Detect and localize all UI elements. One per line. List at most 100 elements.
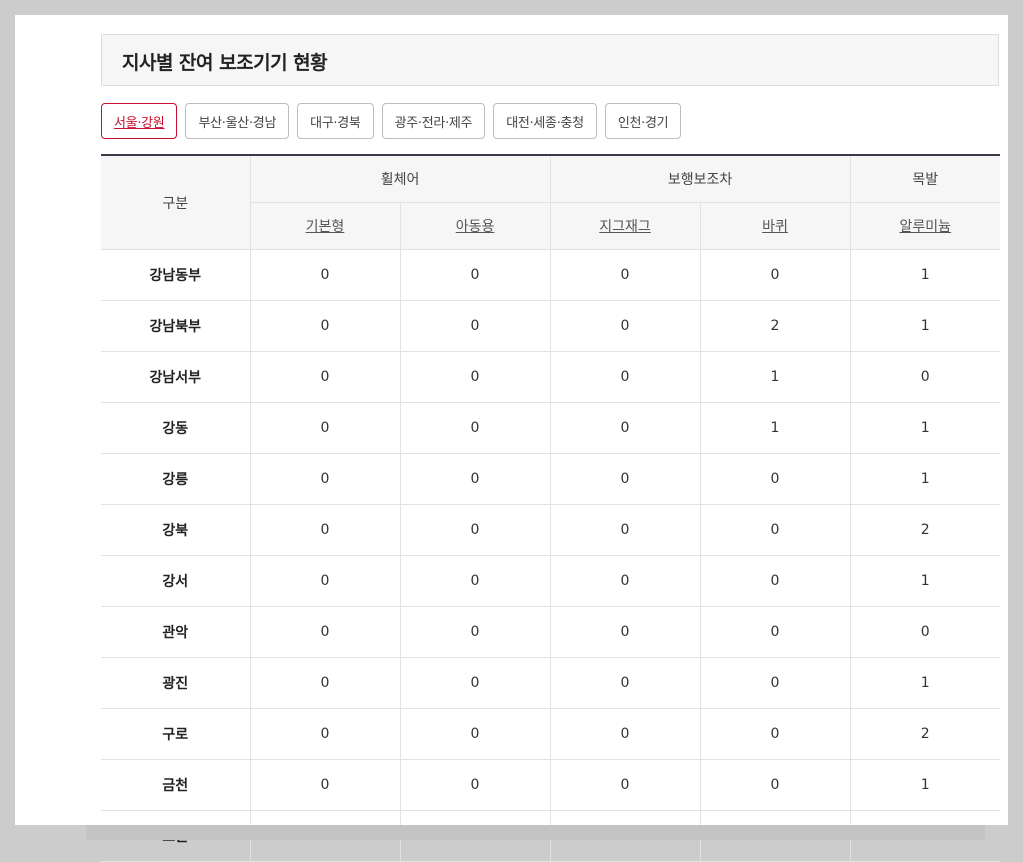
cell-value: 0 xyxy=(849,606,1001,658)
cell-value: 0 xyxy=(399,249,551,301)
cell-value: 0 xyxy=(399,708,551,760)
cell-value: 0 xyxy=(549,555,701,607)
title-box: 지사별 잔여 보조기기 현황 xyxy=(101,34,999,86)
table-row: 강북 0 0 0 0 2 xyxy=(101,504,1001,556)
tab-incheon-gyeonggi[interactable]: 인천·경기 xyxy=(604,103,682,139)
tab-gwangju-jeolla-jeju[interactable]: 광주·전라·제주 xyxy=(381,103,486,139)
branch-name: 강남서부 xyxy=(101,351,250,403)
cell-value: 0 xyxy=(399,606,551,658)
cell-value: 0 xyxy=(549,606,701,658)
cell-value: 0 xyxy=(699,555,851,607)
cell-value: 0 xyxy=(399,453,551,505)
cell-value: 0 xyxy=(549,402,701,454)
table-row: 금천 0 0 0 0 1 xyxy=(101,759,1001,811)
page: 지사별 잔여 보조기기 현황 서울·강원 부산·울산·경남 대구·경북 광주·전… xyxy=(15,15,1008,862)
branch-name: 구로 xyxy=(101,708,250,760)
cell-value: 0 xyxy=(249,351,400,403)
col-header-label[interactable]: 바퀴 xyxy=(762,219,788,235)
cell-value: 0 xyxy=(699,504,851,556)
col-header-aluminum[interactable]: 알루미늄 xyxy=(849,202,1001,250)
cell-value: 1 xyxy=(699,402,851,454)
cell-value: 0 xyxy=(699,759,851,811)
cell-value: 0 xyxy=(399,759,551,811)
cell-value: 0 xyxy=(249,759,400,811)
group-header-walker: 보행보조차 xyxy=(549,154,851,203)
table-row: 관악 0 0 0 0 0 xyxy=(101,606,1001,658)
col-header-label[interactable]: 알루미늄 xyxy=(900,219,952,235)
cell-value: 0 xyxy=(549,708,701,760)
col-header-label[interactable]: 기본형 xyxy=(306,219,345,235)
group-header-wheelchair: 휠체어 xyxy=(249,154,551,203)
tab-busan-ulsan-gyeongnam[interactable]: 부산·울산·경남 xyxy=(185,103,290,139)
branch-name: 강남동부 xyxy=(101,249,250,301)
cell-value: 1 xyxy=(849,249,1001,301)
cell-value: 1 xyxy=(849,300,1001,352)
cell-value: 0 xyxy=(249,708,400,760)
col-header-basic[interactable]: 기본형 xyxy=(249,202,400,250)
tab-daejeon-sejong-chungcheong[interactable]: 대전·세종·충청 xyxy=(493,103,597,139)
branch-name: 강동 xyxy=(101,402,250,454)
cell-value: 0 xyxy=(399,657,551,709)
table-row: 강남서부 0 0 0 1 0 xyxy=(101,351,1001,403)
col-header-label[interactable]: 지그재그 xyxy=(599,219,651,235)
cell-value: 0 xyxy=(549,300,701,352)
branch-name: 금천 xyxy=(101,759,250,811)
cell-value: 0 xyxy=(399,555,551,607)
table-row: 강남북부 0 0 0 2 1 xyxy=(101,300,1001,352)
cell-value: 0 xyxy=(249,453,400,505)
region-tabs: 서울·강원 부산·울산·경남 대구·경북 광주·전라·제주 대전·세종·충청 인… xyxy=(101,103,682,139)
branch-name: 관악 xyxy=(101,606,250,658)
tab-seoul-gangwon[interactable]: 서울·강원 xyxy=(101,103,178,139)
cell-value: 1 xyxy=(849,453,1001,505)
cell-value: 0 xyxy=(549,351,701,403)
branch-name: 강북 xyxy=(101,504,250,556)
cell-value: 0 xyxy=(249,300,400,352)
cell-value: 0 xyxy=(699,453,851,505)
table-row: 광진 0 0 0 0 1 xyxy=(101,657,1001,709)
cell-value: 0 xyxy=(549,504,701,556)
table-row: 강릉 0 0 0 0 1 xyxy=(101,453,1001,505)
table-row: 구로 0 0 0 0 2 xyxy=(101,708,1001,760)
branch-name: 강남북부 xyxy=(101,300,250,352)
cell-value: 0 xyxy=(249,504,400,556)
cell-value: 1 xyxy=(849,759,1001,811)
cell-value: 1 xyxy=(849,657,1001,709)
cell-value: 0 xyxy=(849,351,1001,403)
tab-daegu-gyeongbuk[interactable]: 대구·경북 xyxy=(297,103,374,139)
row-header: 구분 xyxy=(101,154,250,250)
cell-value: 1 xyxy=(849,402,1001,454)
cell-value: 2 xyxy=(849,504,1001,556)
col-header-child[interactable]: 아동용 xyxy=(399,202,551,250)
cell-value: 1 xyxy=(699,351,851,403)
cell-value: 0 xyxy=(399,300,551,352)
table-row: 강남동부 0 0 0 0 1 xyxy=(101,249,1001,301)
cell-value: 0 xyxy=(699,249,851,301)
col-header-wheel[interactable]: 바퀴 xyxy=(699,202,851,250)
table-row: 강동 0 0 0 1 1 xyxy=(101,402,1001,454)
cell-value: 0 xyxy=(549,759,701,811)
cell-value: 0 xyxy=(699,606,851,658)
cell-value: 0 xyxy=(699,657,851,709)
col-header-label[interactable]: 아동용 xyxy=(456,219,495,235)
cell-value: 0 xyxy=(699,708,851,760)
cell-value: 0 xyxy=(399,351,551,403)
cell-value: 0 xyxy=(399,504,551,556)
branch-name: 강서 xyxy=(101,555,250,607)
table-continuation-strip xyxy=(86,825,985,840)
group-header-crutch: 목발 xyxy=(849,154,1001,203)
cell-value: 0 xyxy=(249,402,400,454)
table-body: 강남동부 0 0 0 0 1 강남북부 0 0 0 2 1 강남서부 0 0 0… xyxy=(101,249,1001,862)
cell-value: 0 xyxy=(249,657,400,709)
cell-value: 0 xyxy=(249,249,400,301)
col-header-zigzag[interactable]: 지그재그 xyxy=(549,202,701,250)
page-title: 지사별 잔여 보조기기 현황 xyxy=(122,52,328,74)
branch-name: 광진 xyxy=(101,657,250,709)
table-row: 강서 0 0 0 0 1 xyxy=(101,555,1001,607)
cell-value: 0 xyxy=(549,249,701,301)
inventory-table: 구분 휠체어 보행보조차 목발 기본형 아동용 지그재그 바퀴 알루미늄 강남동… xyxy=(101,154,1001,862)
cell-value: 0 xyxy=(399,402,551,454)
cell-value: 0 xyxy=(249,555,400,607)
cell-value: 2 xyxy=(849,708,1001,760)
cell-value: 1 xyxy=(849,555,1001,607)
cell-value: 0 xyxy=(549,453,701,505)
